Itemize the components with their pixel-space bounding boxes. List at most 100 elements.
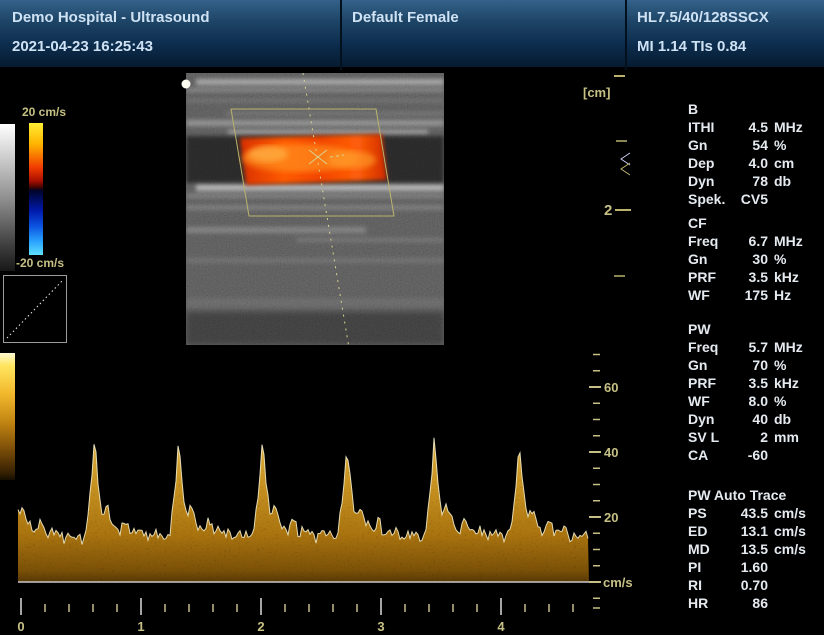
parameter-unit: db	[774, 172, 791, 190]
velocity-tick-label: 20	[604, 510, 618, 525]
parameter-value: 54	[734, 136, 768, 154]
parameter-label: Dyn	[688, 410, 734, 428]
parameter-label: ITHI	[688, 118, 734, 136]
pw-spectral-display[interactable]	[18, 420, 590, 583]
parameter-row: SV L2 mm	[688, 428, 820, 446]
parameter-row: PI1.60	[688, 558, 820, 576]
parameter-label: CA	[688, 446, 734, 464]
parameter-unit: Hz	[774, 286, 791, 304]
parameter-row: WF175 Hz	[688, 286, 820, 304]
parameter-value: CV5	[734, 190, 768, 208]
parameter-row: CA-60	[688, 446, 820, 464]
velocity-axis: 604020cm/s	[589, 355, 633, 609]
parameter-value: 5.7	[734, 338, 768, 356]
parameter-label: PRF	[688, 374, 734, 392]
parameter-value: 30	[734, 250, 768, 268]
parameter-label: WF	[688, 286, 734, 304]
parameter-value: 3.5	[734, 374, 768, 392]
parameter-value: 78	[734, 172, 768, 190]
parameter-row: WF8.0%	[688, 392, 820, 410]
parameter-value: 8.0	[734, 392, 768, 410]
parameter-row: Spek.CV5	[688, 190, 820, 208]
parameter-unit: MHz	[774, 338, 803, 356]
parameter-label: Freq	[688, 338, 734, 356]
parameter-unit: cm/s	[774, 540, 806, 558]
spectral-waveform-fill	[18, 420, 590, 583]
parameter-value: 13.1	[734, 522, 768, 540]
parameter-label: RI	[688, 576, 734, 594]
parameter-row: Dyn40db	[688, 410, 820, 428]
time-tick-label: 3	[377, 619, 384, 634]
parameter-row: Freq6.7MHz	[688, 232, 820, 250]
parameter-row: MD13.5 cm/s	[688, 540, 820, 558]
parameter-row: ED13.1 cm/s	[688, 522, 820, 540]
parameter-panel: BITHI4.5MHzGn54%Dep4.0cmDyn78dbSpek.CV5C…	[688, 100, 820, 612]
parameter-row: PRF3.5kHz	[688, 374, 820, 392]
parameter-unit: %	[774, 136, 786, 154]
parameter-value: 4.5	[734, 118, 768, 136]
focus-marker-icon[interactable]	[621, 153, 630, 165]
parameter-unit: %	[774, 392, 786, 410]
focus-marker-icon-2	[621, 163, 630, 175]
parameter-row: HR86	[688, 594, 820, 612]
parameter-unit: mm	[774, 428, 799, 446]
parameter-value: 70	[734, 356, 768, 374]
parameter-unit: cm/s	[774, 504, 806, 522]
panel-section-title: B	[688, 100, 820, 118]
parameter-value: 13.5	[734, 540, 768, 558]
parameter-value: 1.60	[734, 558, 768, 576]
parameter-unit: cm/s	[774, 522, 806, 540]
panel-section: PW Auto TracePS43.5cm/sED13.1cm/sMD13.5c…	[688, 486, 820, 612]
color-flow-region	[240, 134, 387, 185]
deep-shadow	[186, 312, 444, 345]
parameter-label: Gn	[688, 356, 734, 374]
depth-ruler: [cm] 2	[583, 76, 631, 276]
parameter-label: Gn	[688, 250, 734, 268]
parameter-row: PS43.5cm/s	[688, 504, 820, 522]
parameter-label: Dep	[688, 154, 734, 172]
parameter-row: Dyn78 db	[688, 172, 820, 190]
parameter-unit: db	[774, 410, 791, 428]
parameter-value: 6.7	[734, 232, 768, 250]
parameter-row: Freq5.7 MHz	[688, 338, 820, 356]
ultrasound-screen: Demo Hospital - Ultrasound 2021-04-23 16…	[0, 0, 824, 635]
parameter-row: Gn70%	[688, 356, 820, 374]
parameter-label: SV L	[688, 428, 734, 446]
panel-section-title: PW	[688, 320, 820, 338]
parameter-unit: kHz	[774, 268, 799, 286]
parameter-value: 2	[734, 428, 768, 446]
parameter-row: Gn30%	[688, 250, 820, 268]
parameter-value: 43.5	[734, 504, 768, 522]
depth-label-2cm: 2	[604, 202, 612, 219]
time-tick-label: 0	[17, 619, 24, 634]
panel-section: CFFreq6.7MHzGn30%PRF3.5kHzWF175 Hz	[688, 214, 820, 304]
velocity-unit-label: cm/s	[603, 575, 633, 590]
parameter-row: PRF3.5kHz	[688, 268, 820, 286]
parameter-label: PI	[688, 558, 734, 576]
parameter-value: 86	[734, 594, 768, 612]
orientation-marker-dot	[182, 80, 191, 89]
parameter-value: -60	[734, 446, 768, 464]
parameter-row: Dep4.0cm	[688, 154, 820, 172]
parameter-label: WF	[688, 392, 734, 410]
time-axis: 01234	[17, 598, 573, 634]
b-mode-image[interactable]	[182, 73, 445, 348]
panel-section: BITHI4.5 MHzGn54%Dep4.0cmDyn78 dbSpek.CV5	[688, 100, 820, 208]
parameter-label: Dyn	[688, 172, 734, 190]
time-tick-label: 4	[497, 619, 505, 634]
parameter-label: MD	[688, 540, 734, 558]
parameter-unit: MHz	[774, 118, 803, 136]
parameter-label: PRF	[688, 268, 734, 286]
parameter-unit: %	[774, 250, 786, 268]
panel-section-title: CF	[688, 214, 820, 232]
depth-unit-label: [cm]	[583, 85, 610, 100]
parameter-label: ED	[688, 522, 734, 540]
parameter-value: 175	[734, 286, 768, 304]
parameter-value: 0.70	[734, 576, 768, 594]
parameter-row: Gn54%	[688, 136, 820, 154]
time-tick-label: 2	[257, 619, 264, 634]
panel-section-title: PW Auto Trace	[688, 486, 820, 504]
parameter-label: Freq	[688, 232, 734, 250]
velocity-tick-label: 40	[604, 445, 618, 460]
parameter-unit: cm	[774, 154, 794, 172]
